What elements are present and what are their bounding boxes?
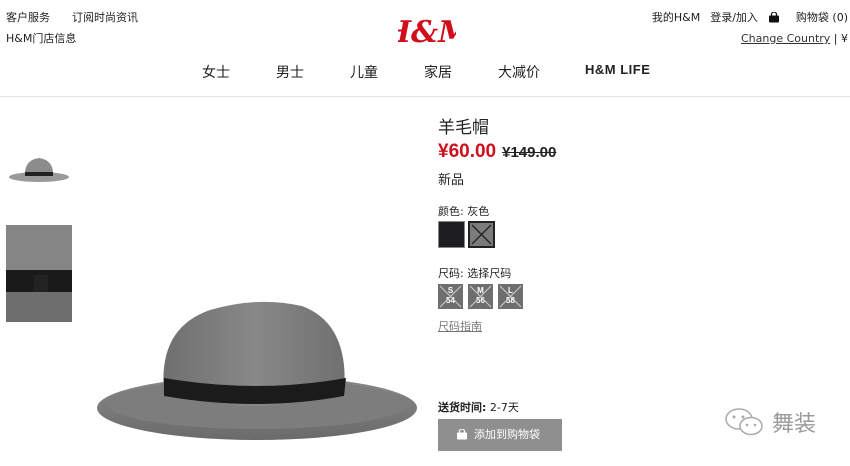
hm-logo-icon[interactable]: H&M: [398, 10, 456, 50]
size-label: 尺码: 选择尺码: [438, 267, 512, 280]
store-info-link[interactable]: H&M门店信息: [6, 32, 76, 45]
my-account-link[interactable]: 我的H&M: [652, 11, 700, 24]
product-thumbnail-1[interactable]: [6, 136, 72, 196]
color-swatch-black[interactable]: [438, 221, 465, 248]
price-row: ¥60.00 ¥149.00: [438, 141, 556, 165]
crossed-out-icon: [471, 224, 492, 245]
nav-item-men[interactable]: 男士: [276, 62, 304, 82]
current-price: ¥60.00: [438, 141, 497, 162]
subscribe-link[interactable]: 订阅时尚资讯: [72, 11, 138, 24]
product-thumbnail-2[interactable]: [6, 225, 72, 322]
nav-item-kids[interactable]: 儿童: [350, 62, 378, 82]
watermark-text: 舞装: [772, 412, 817, 437]
shopping-bag-icon: [457, 429, 467, 440]
svg-text:H&M: H&M: [398, 15, 456, 50]
original-price: ¥149.00: [502, 144, 557, 161]
color-swatch-grey[interactable]: [468, 221, 495, 248]
color-label: 颜色: 灰色: [438, 205, 490, 218]
new-badge: 新品: [438, 173, 465, 188]
shopping-bag-link[interactable]: 购物袋 (0): [768, 11, 848, 24]
crossed-out-icon: [469, 285, 492, 308]
wechat-icon: [725, 408, 763, 436]
change-country-link[interactable]: Change Country: [741, 32, 830, 45]
product-title: 羊毛帽: [438, 118, 489, 138]
login-join-link[interactable]: 登录/加入: [710, 11, 758, 24]
add-to-bag-button[interactable]: 添加到购物袋: [438, 419, 562, 451]
size-option-m[interactable]: M 56: [468, 284, 493, 309]
nav-item-hm-life[interactable]: H&M LIFE: [585, 62, 650, 77]
main-nav: 女士 男士 儿童 家居 大减价 H&M LIFE: [0, 62, 850, 82]
nav-item-women[interactable]: 女士: [202, 62, 230, 82]
product-main-image: [97, 301, 417, 440]
nav-item-sale[interactable]: 大减价: [498, 62, 540, 82]
header-divider: [0, 96, 850, 97]
delivery-label: 送货时间:: [438, 401, 487, 414]
top-right-links: 我的H&M 登录/加入 购物袋 (0) Change Country | ¥: [642, 11, 848, 46]
crossed-out-icon: [439, 285, 462, 308]
shopping-bag-icon: [768, 12, 779, 23]
size-option-s[interactable]: S 54: [438, 284, 463, 309]
nav-item-home[interactable]: 家居: [424, 62, 452, 82]
size-guide-link[interactable]: 尺码指南: [438, 318, 482, 334]
customer-service-link[interactable]: 客户服务: [6, 11, 50, 24]
delivery-info: 送货时间: 2-7天: [438, 399, 519, 415]
product-info: 羊毛帽 ¥60.00 ¥149.00 新品: [438, 117, 556, 188]
shopping-bag-label: 购物袋 (0): [795, 11, 848, 24]
currency-label: | ¥: [830, 32, 848, 45]
delivery-value: 2-7天: [486, 401, 519, 414]
crossed-out-icon: [499, 285, 522, 308]
add-to-bag-label: 添加到购物袋: [474, 428, 540, 441]
size-option-l[interactable]: L 58: [498, 284, 523, 309]
top-left-links: 客户服务 订阅时尚资讯 H&M门店信息: [6, 11, 160, 46]
